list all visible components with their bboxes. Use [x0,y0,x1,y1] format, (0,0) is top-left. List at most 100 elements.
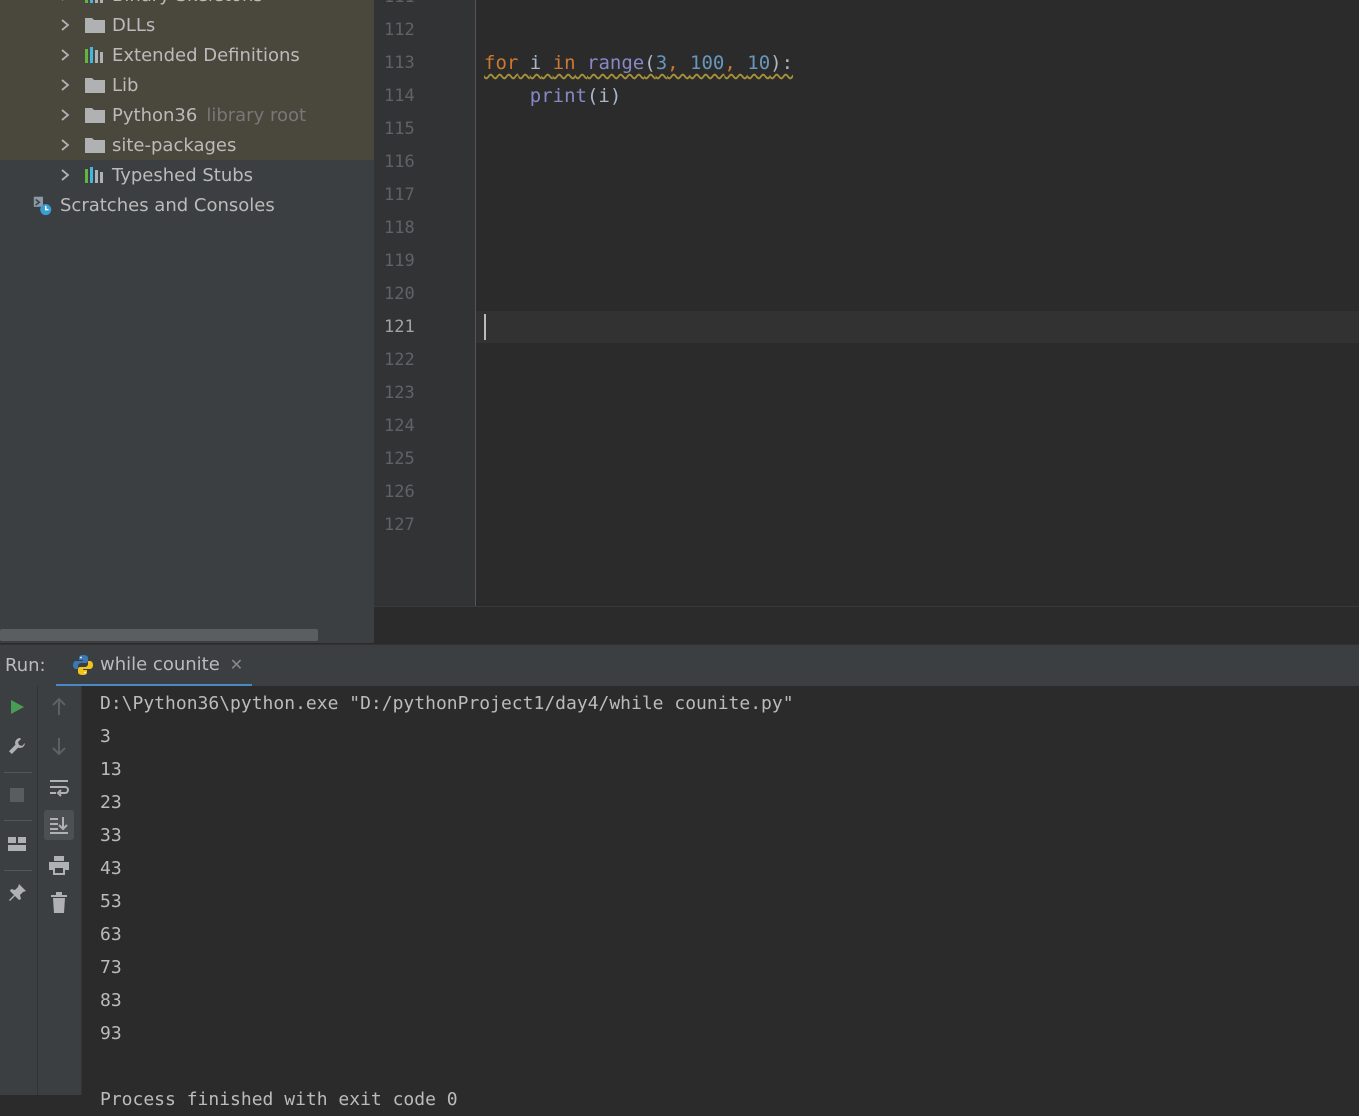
tree-item-site-packages[interactable]: site-packages [0,130,374,160]
close-tab-icon[interactable]: ✕ [230,655,243,674]
chevron-right-icon[interactable] [58,78,72,92]
line-number: 126 [384,482,415,502]
restore-layout-button[interactable] [2,829,32,859]
folder-icon [84,136,106,154]
line-number: 118 [384,218,415,238]
code-line-print[interactable]: print(i) [484,80,622,113]
for-statement: for i in range(3, 100, 10): [484,52,793,74]
tree-item-lib[interactable]: Lib [0,70,374,100]
console-output-line: 53 [100,891,122,912]
line-number: 112 [384,20,415,40]
wrench-icon [9,738,25,754]
tree-item-binary-skeletons[interactable]: Binary Skeletons [0,0,374,10]
arg-start: 3 [655,52,668,74]
keyword-in: in [552,52,576,74]
print-button[interactable] [44,850,74,880]
trash-icon [51,892,67,913]
tree-item-label: Extended Definitions [112,44,300,66]
edit-configuration-button[interactable] [2,731,32,761]
scroll-to-end-button[interactable] [44,810,74,840]
line-number: 120 [384,284,415,304]
print-args: (i) [586,85,622,107]
tree-item-python36[interactable]: Python36 library root [0,100,374,130]
line-number: 127 [384,515,415,535]
scroll-to-end-icon [50,817,68,834]
tree-item-label: DLLs [112,14,156,36]
rerun-button[interactable] [2,692,32,722]
line-number: 121 [384,317,415,337]
line-number: 111 [384,0,415,14]
line-number: 115 [384,119,415,139]
code-line-for[interactable]: for i in range(3, 100, 10): [484,47,793,80]
console-output-line: Process finished with exit code 0 [100,1089,458,1110]
python-icon [72,654,94,676]
console-command-line: D:\Python36\python.exe "D:/pythonProject… [100,693,794,714]
chevron-right-icon[interactable] [58,138,72,152]
variable-i: i [529,52,542,74]
scroll-up-button[interactable] [44,692,74,722]
folder-icon [84,16,106,34]
tree-item-scratches-and-consoles[interactable]: Scratches and Consoles [0,190,374,220]
paren-open: ( [644,52,656,74]
line-number: 113 [384,53,415,73]
tree-item-typeshed-stubs[interactable]: Typeshed Stubs [0,160,374,190]
toolbar-separator [4,820,32,821]
run-tab-while-counite[interactable]: while counite ✕ [56,645,252,687]
code-editor[interactable]: 111 112 113 114 115 116 117 118 119 120 121 122 123 1… [374,0,1359,644]
chevron-right-icon[interactable] [58,168,72,182]
console-output-line: 63 [100,924,122,945]
chevron-right-icon[interactable] [58,18,72,32]
toolbar-separator [4,870,32,871]
folder-icon [84,76,106,94]
line-number: 122 [384,350,415,370]
chevron-right-icon[interactable] [58,108,72,122]
console-output-line: 23 [100,792,122,813]
run-toolbar-secondary [38,686,82,1095]
library-icon [84,46,106,64]
stop-button[interactable] [2,780,32,810]
clear-all-button[interactable] [44,888,74,918]
tree-horizontal-scrollbar[interactable] [0,629,318,641]
run-panel-header: Run: while counite ✕ [0,644,1359,687]
play-icon [11,700,24,714]
text-caret [484,314,486,340]
builtin-print: print [529,85,587,107]
console-output-line: 3 [100,726,111,747]
arrow-down-icon [52,738,66,756]
arg-stop: 100 [690,52,725,74]
tree-item-dlls[interactable]: DLLs [0,10,374,40]
tree-item-extended-definitions[interactable]: Extended Definitions [0,40,374,70]
soft-wrap-button[interactable] [44,772,74,802]
stop-icon [10,788,24,802]
comma: , [667,52,691,74]
run-console-output[interactable]: D:\Python36\python.exe "D:/pythonProject… [82,686,1359,1110]
editor-status-strip [374,606,1359,644]
library-icon [84,166,106,184]
arg-step: 10 [747,52,771,74]
console-output-line: 33 [100,825,122,846]
line-number: 114 [384,86,415,106]
folder-icon [84,106,106,124]
chevron-right-icon[interactable] [58,48,72,62]
comma: , [724,52,748,74]
pin-tab-button[interactable] [2,878,32,908]
line-number: 116 [384,152,415,172]
console-output-line: 13 [100,759,122,780]
line-number: 117 [384,185,415,205]
arrow-up-icon [52,697,66,715]
run-tab-label: while counite [100,654,220,675]
tree-item-label: Typeshed Stubs [112,164,254,186]
tree-item-label: Binary Skeletons [112,0,263,6]
scratches-icon [32,196,54,216]
layout-icon [8,837,26,851]
line-number: 125 [384,449,415,469]
current-line-highlight [476,311,1359,343]
tree-item-label: Lib [112,74,139,96]
scroll-down-button[interactable] [44,731,74,761]
run-toolbar-primary [0,686,38,1095]
console-output-line: 43 [100,858,122,879]
line-number: 124 [384,416,415,436]
console-output-line: 83 [100,990,122,1011]
chevron-right-icon[interactable] [58,0,72,2]
library-root-hint: library root [206,104,307,126]
